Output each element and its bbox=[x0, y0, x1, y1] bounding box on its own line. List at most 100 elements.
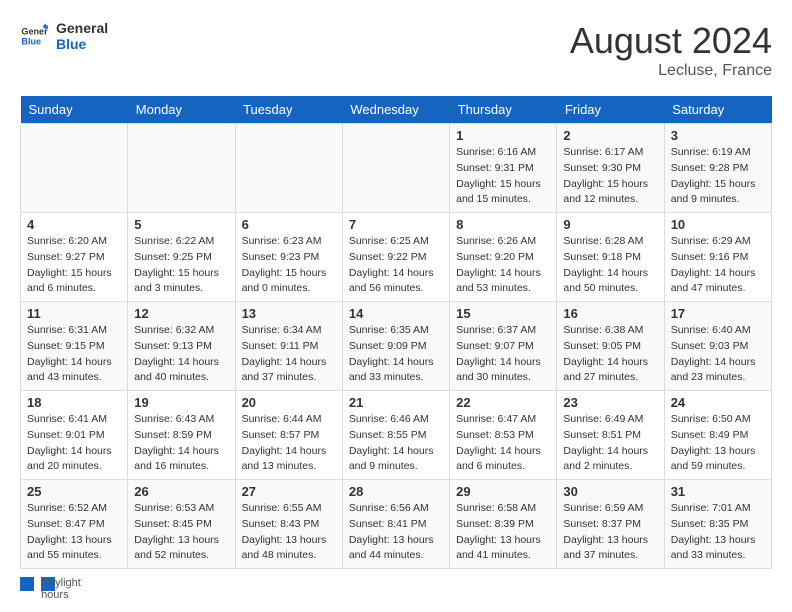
day-info: Sunrise: 6:53 AMSunset: 8:45 PMDaylight:… bbox=[134, 501, 228, 564]
day-info: Sunrise: 6:19 AMSunset: 9:28 PMDaylight:… bbox=[671, 145, 765, 208]
day-info: Sunrise: 6:44 AMSunset: 8:57 PMDaylight:… bbox=[242, 412, 336, 475]
page-subtitle: Lecluse, France bbox=[570, 62, 772, 80]
day-info: Sunrise: 6:23 AMSunset: 9:23 PMDaylight:… bbox=[242, 234, 336, 297]
day-number: 18 bbox=[27, 395, 121, 410]
day-header-monday: Monday bbox=[128, 96, 235, 124]
footer-note: Daylight hours bbox=[20, 577, 772, 591]
day-info: Sunrise: 6:47 AMSunset: 8:53 PMDaylight:… bbox=[456, 412, 550, 475]
day-number: 21 bbox=[349, 395, 443, 410]
day-info: Sunrise: 6:38 AMSunset: 9:05 PMDaylight:… bbox=[563, 323, 657, 386]
day-number: 15 bbox=[456, 306, 550, 321]
day-number: 6 bbox=[242, 217, 336, 232]
day-number: 27 bbox=[242, 484, 336, 499]
calendar-cell: 24 Sunrise: 6:50 AMSunset: 8:49 PMDayligh… bbox=[664, 391, 771, 480]
day-info: Sunrise: 6:26 AMSunset: 9:20 PMDaylight:… bbox=[456, 234, 550, 297]
logo-general-text: General bbox=[56, 20, 108, 36]
logo-blue-text: Blue bbox=[56, 36, 108, 52]
calendar-cell bbox=[342, 124, 449, 213]
day-info: Sunrise: 6:58 AMSunset: 8:39 PMDaylight:… bbox=[456, 501, 550, 564]
week-row-5: 25 Sunrise: 6:52 AMSunset: 8:47 PMDayligh… bbox=[21, 480, 772, 569]
day-info: Sunrise: 6:17 AMSunset: 9:30 PMDaylight:… bbox=[563, 145, 657, 208]
calendar-cell: 23 Sunrise: 6:49 AMSunset: 8:51 PMDayligh… bbox=[557, 391, 664, 480]
day-number: 19 bbox=[134, 395, 228, 410]
calendar-cell: 9 Sunrise: 6:28 AMSunset: 9:18 PMDaylight… bbox=[557, 213, 664, 302]
calendar-cell: 19Sunrise: 6:43 AMSunset: 8:59 PMDayligh… bbox=[128, 391, 235, 480]
day-number: 5 bbox=[134, 217, 228, 232]
day-number: 26 bbox=[134, 484, 228, 499]
day-info: Sunrise: 7:01 AMSunset: 8:35 PMDaylight:… bbox=[671, 501, 765, 564]
calendar-cell: 20 Sunrise: 6:44 AMSunset: 8:57 PMDayligh… bbox=[235, 391, 342, 480]
day-info: Sunrise: 6:31 AMSunset: 9:15 PMDaylight:… bbox=[27, 323, 121, 386]
day-number: 24 bbox=[671, 395, 765, 410]
calendar-cell: 25 Sunrise: 6:52 AMSunset: 8:47 PMDayligh… bbox=[21, 480, 128, 569]
calendar-cell: 30Sunrise: 6:59 AMSunset: 8:37 PMDayligh… bbox=[557, 480, 664, 569]
day-info: Sunrise: 6:49 AMSunset: 8:51 PMDaylight:… bbox=[563, 412, 657, 475]
calendar-cell: 6 Sunrise: 6:23 AMSunset: 9:23 PMDaylight… bbox=[235, 213, 342, 302]
calendar-cell: 18 Sunrise: 6:41 AMSunset: 9:01 PMDayligh… bbox=[21, 391, 128, 480]
svg-text:Blue: Blue bbox=[21, 36, 41, 46]
day-header-friday: Friday bbox=[557, 96, 664, 124]
week-row-4: 18 Sunrise: 6:41 AMSunset: 9:01 PMDayligh… bbox=[21, 391, 772, 480]
day-number: 28 bbox=[349, 484, 443, 499]
day-info: Sunrise: 6:28 AMSunset: 9:18 PMDaylight:… bbox=[563, 234, 657, 297]
day-number: 7 bbox=[349, 217, 443, 232]
day-info: Sunrise: 6:32 AMSunset: 9:13 PMDaylight:… bbox=[134, 323, 228, 386]
calendar-cell: 7Sunrise: 6:25 AMSunset: 9:22 PMDaylight… bbox=[342, 213, 449, 302]
calendar-cell: 31 Sunrise: 7:01 AMSunset: 8:35 PMDayligh… bbox=[664, 480, 771, 569]
day-info: Sunrise: 6:41 AMSunset: 9:01 PMDaylight:… bbox=[27, 412, 121, 475]
calendar-cell: 2 Sunrise: 6:17 AMSunset: 9:30 PMDaylight… bbox=[557, 124, 664, 213]
day-number: 31 bbox=[671, 484, 765, 499]
day-number: 25 bbox=[27, 484, 121, 499]
calendar-cell: 1 Sunrise: 6:16 AMSunset: 9:31 PMDaylight… bbox=[450, 124, 557, 213]
svg-text:General: General bbox=[21, 27, 48, 37]
day-info: Sunrise: 6:50 AMSunset: 8:49 PMDaylight:… bbox=[671, 412, 765, 475]
day-number: 13 bbox=[242, 306, 336, 321]
calendar-table: SundayMondayTuesdayWednesdayThursdayFrid… bbox=[20, 96, 772, 569]
calendar-cell: 27Sunrise: 6:55 AMSunset: 8:43 PMDayligh… bbox=[235, 480, 342, 569]
day-number: 20 bbox=[242, 395, 336, 410]
calendar-cell: 13 Sunrise: 6:34 AMSunset: 9:11 PMDayligh… bbox=[235, 302, 342, 391]
calendar-cell: 28Sunrise: 6:56 AMSunset: 8:41 PMDayligh… bbox=[342, 480, 449, 569]
calendar-cell: 8 Sunrise: 6:26 AMSunset: 9:20 PMDaylight… bbox=[450, 213, 557, 302]
calendar-cell: 15 Sunrise: 6:37 AMSunset: 9:07 PMDayligh… bbox=[450, 302, 557, 391]
day-info: Sunrise: 6:34 AMSunset: 9:11 PMDaylight:… bbox=[242, 323, 336, 386]
day-number: 3 bbox=[671, 128, 765, 143]
calendar-cell: 4Sunrise: 6:20 AMSunset: 9:27 PMDaylight… bbox=[21, 213, 128, 302]
calendar-cell bbox=[235, 124, 342, 213]
day-info: Sunrise: 6:22 AMSunset: 9:25 PMDaylight:… bbox=[134, 234, 228, 297]
page-header: General Blue General Blue August 2024 Le… bbox=[20, 20, 772, 80]
day-info: Sunrise: 6:46 AMSunset: 8:55 PMDaylight:… bbox=[349, 412, 443, 475]
day-info: Sunrise: 6:59 AMSunset: 8:37 PMDaylight:… bbox=[563, 501, 657, 564]
week-row-2: 4Sunrise: 6:20 AMSunset: 9:27 PMDaylight… bbox=[21, 213, 772, 302]
day-info: Sunrise: 6:16 AMSunset: 9:31 PMDaylight:… bbox=[456, 145, 550, 208]
day-info: Sunrise: 6:35 AMSunset: 9:09 PMDaylight:… bbox=[349, 323, 443, 386]
day-header-sunday: Sunday bbox=[21, 96, 128, 124]
calendar-cell: 12Sunrise: 6:32 AMSunset: 9:13 PMDayligh… bbox=[128, 302, 235, 391]
day-number: 1 bbox=[456, 128, 550, 143]
calendar-cell: 14 Sunrise: 6:35 AMSunset: 9:09 PMDayligh… bbox=[342, 302, 449, 391]
week-row-1: 1 Sunrise: 6:16 AMSunset: 9:31 PMDaylight… bbox=[21, 124, 772, 213]
calendar-cell: 11Sunrise: 6:31 AMSunset: 9:15 PMDayligh… bbox=[21, 302, 128, 391]
day-number: 23 bbox=[563, 395, 657, 410]
day-number: 14 bbox=[349, 306, 443, 321]
logo: General Blue General Blue bbox=[20, 20, 108, 52]
week-row-3: 11Sunrise: 6:31 AMSunset: 9:15 PMDayligh… bbox=[21, 302, 772, 391]
day-info: Sunrise: 6:52 AMSunset: 8:47 PMDaylight:… bbox=[27, 501, 121, 564]
day-number: 8 bbox=[456, 217, 550, 232]
day-number: 22 bbox=[456, 395, 550, 410]
day-info: Sunrise: 6:29 AMSunset: 9:16 PMDaylight:… bbox=[671, 234, 765, 297]
day-header-saturday: Saturday bbox=[664, 96, 771, 124]
calendar-cell: 26 Sunrise: 6:53 AMSunset: 8:45 PMDayligh… bbox=[128, 480, 235, 569]
day-info: Sunrise: 6:37 AMSunset: 9:07 PMDaylight:… bbox=[456, 323, 550, 386]
day-number: 29 bbox=[456, 484, 550, 499]
header-row: SundayMondayTuesdayWednesdayThursdayFrid… bbox=[21, 96, 772, 124]
calendar-cell: 3 Sunrise: 6:19 AMSunset: 9:28 PMDaylight… bbox=[664, 124, 771, 213]
calendar-cell: 17Sunrise: 6:40 AMSunset: 9:03 PMDayligh… bbox=[664, 302, 771, 391]
day-number: 10 bbox=[671, 217, 765, 232]
day-number: 9 bbox=[563, 217, 657, 232]
day-number: 2 bbox=[563, 128, 657, 143]
footer-label: Daylight hours bbox=[41, 577, 55, 591]
calendar-cell: 10 Sunrise: 6:29 AMSunset: 9:16 PMDayligh… bbox=[664, 213, 771, 302]
calendar-cell: 29 Sunrise: 6:58 AMSunset: 8:39 PMDayligh… bbox=[450, 480, 557, 569]
calendar-cell: 22 Sunrise: 6:47 AMSunset: 8:53 PMDayligh… bbox=[450, 391, 557, 480]
